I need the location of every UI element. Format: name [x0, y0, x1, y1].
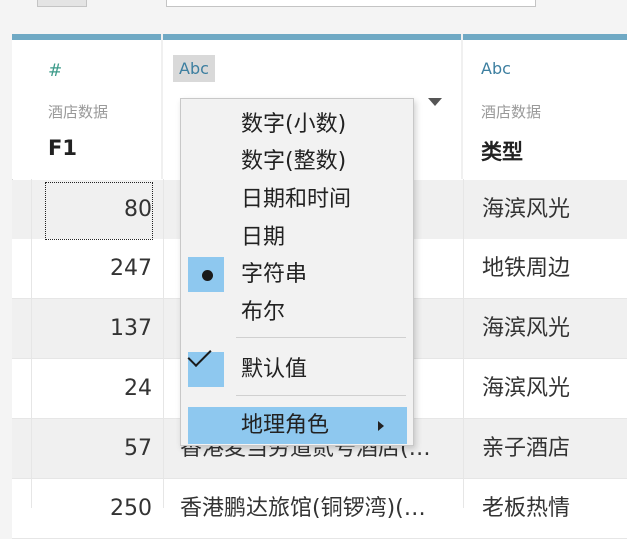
cell-number[interactable]: 57 — [32, 419, 152, 478]
top-toolbar — [0, 0, 627, 34]
text-type-icon[interactable]: Abc — [475, 55, 517, 82]
header-accent-bar — [163, 34, 463, 40]
column-name: F1 — [48, 136, 77, 160]
menu-item-geographic-role[interactable]: 地理角色 — [181, 407, 413, 444]
column-name: 类型 — [481, 140, 523, 164]
header-accent-bar — [12, 34, 163, 40]
menu-item-date[interactable]: 日期 — [181, 219, 413, 256]
cell-number[interactable]: 247 — [32, 239, 152, 298]
cell-type[interactable]: 地铁周边 — [482, 239, 622, 298]
cell-type[interactable]: 海滨风光 — [482, 359, 622, 418]
menu-item-datetime[interactable]: 日期和时间 — [181, 181, 413, 218]
toolbar-field[interactable] — [166, 0, 536, 7]
chevron-down-icon[interactable] — [428, 98, 442, 106]
header-accent-bar — [463, 34, 627, 40]
menu-item-default[interactable]: 默认值 — [181, 342, 413, 388]
menu-item-string[interactable]: 字符串 — [181, 256, 413, 293]
cell-type[interactable]: 海滨风光 — [482, 180, 622, 239]
menu-item-decimal[interactable]: 数字(小数) — [181, 106, 413, 143]
radio-dot-icon — [202, 270, 213, 281]
selected-marker — [188, 257, 224, 292]
cell-number[interactable]: 250 — [32, 479, 152, 538]
data-type-menu: 数字(小数) 数字(整数) 日期和时间 日期 字符串 布尔 默认值 地理角色 — [180, 98, 414, 446]
cell-type[interactable]: 海滨风光 — [482, 299, 622, 358]
menu-item-boolean[interactable]: 布尔 — [181, 294, 413, 331]
hash-icon[interactable]: # — [48, 61, 62, 81]
table-row[interactable]: 250 香港鹏达旅馆(铜锣湾)(… 老板热情 — [12, 479, 627, 539]
submenu-arrow-icon — [378, 421, 384, 431]
column-header-type[interactable]: Abc 酒店数据 类型 — [463, 34, 627, 179]
cell-number[interactable]: 137 — [32, 299, 152, 358]
text-type-icon[interactable]: Abc — [173, 55, 215, 82]
menu-separator — [236, 337, 406, 338]
cell-name[interactable]: 香港鹏达旅馆(铜锣湾)(… — [180, 479, 460, 538]
cell-type[interactable]: 亲子酒店 — [482, 419, 622, 478]
column-source: 酒店数据 — [48, 103, 109, 121]
cell-number[interactable]: 24 — [32, 359, 152, 418]
column-source: 酒店数据 — [481, 103, 542, 121]
menu-separator — [236, 395, 406, 396]
check-icon — [187, 342, 212, 367]
toolbar-button[interactable] — [37, 0, 87, 7]
cell-type[interactable]: 老板热情 — [482, 479, 622, 538]
menu-item-integer[interactable]: 数字(整数) — [181, 143, 413, 180]
selected-cell-outline — [45, 182, 153, 240]
column-header-f1[interactable]: # 酒店数据 F1 — [12, 34, 163, 179]
checked-marker — [187, 342, 224, 387]
